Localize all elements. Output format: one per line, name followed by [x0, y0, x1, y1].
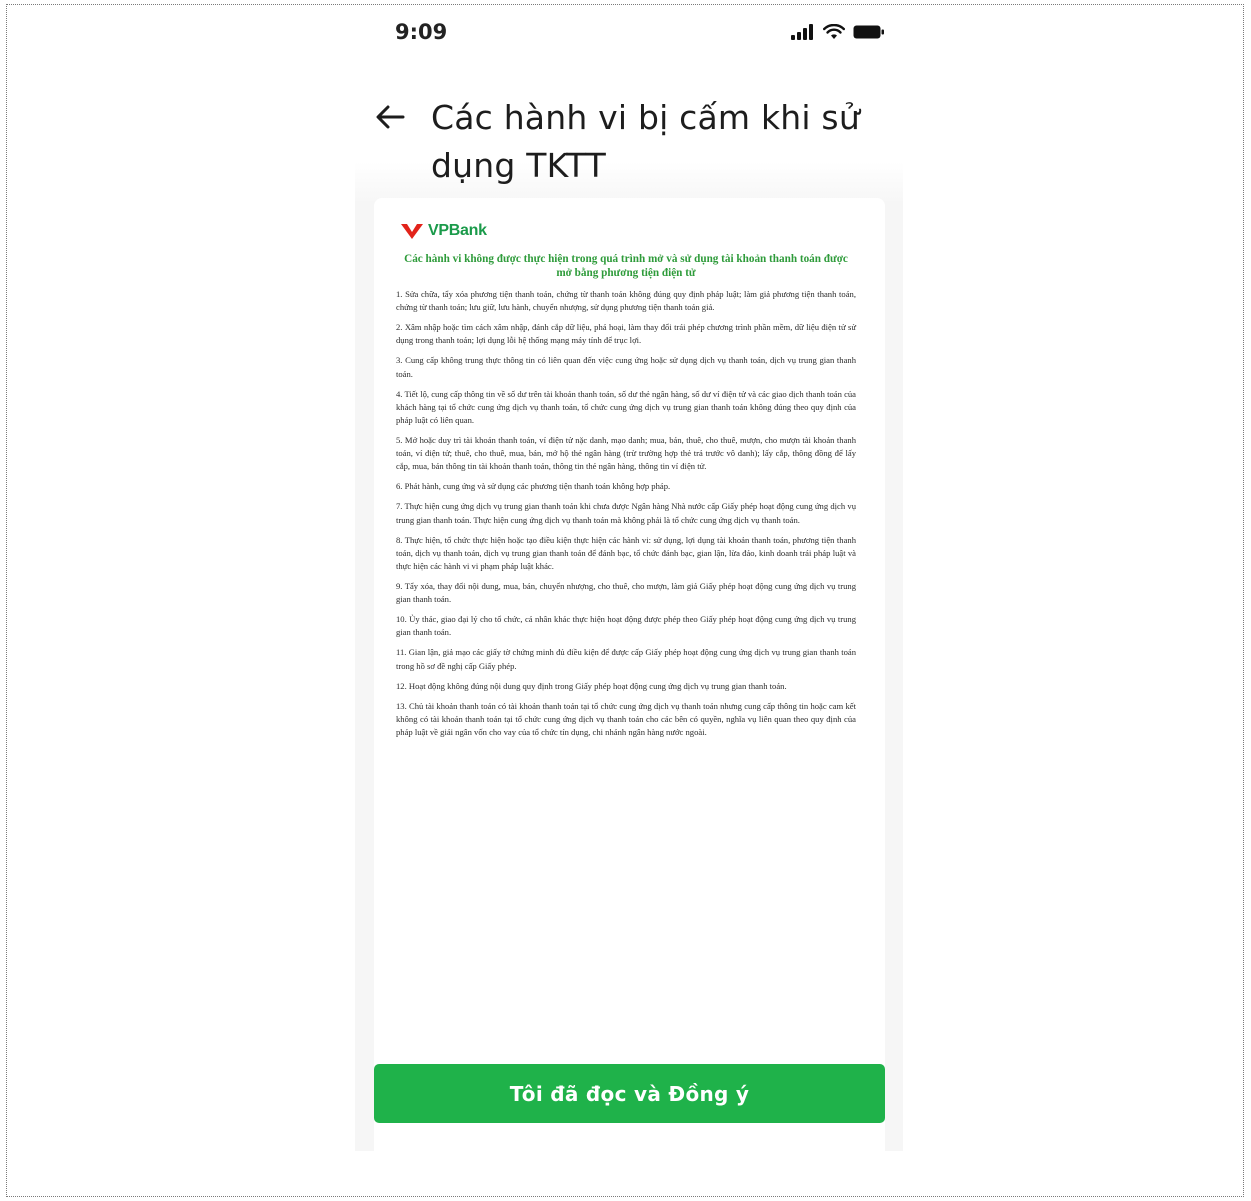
clause-item: 6. Phát hành, cung ứng và sử dụng các ph… [396, 481, 671, 492]
clause-item: 1. Sửa chữa, tẩy xóa phương tiện thanh t… [396, 289, 856, 313]
clause-item: 12. Hoạt động không đúng nội dung quy đị… [396, 680, 787, 691]
clause-item: 11. Gian lận, giả mạo các giấy tờ chứng … [396, 647, 856, 671]
vpbank-logo-text: VPBank [428, 222, 487, 239]
status-bar: 9:09 [355, 8, 903, 64]
page-header: Các hành vi bị cấm khi sử dụng TKTT [355, 64, 903, 204]
battery-icon [853, 25, 884, 39]
clause-list: 1. Sửa chữa, tẩy xóa phương tiện thanh t… [396, 288, 856, 739]
phone-screen: 9:09 Các hành vi bị cấm khi sử dụng TKTT… [355, 8, 903, 1151]
document-card: VPBank Các hành vi không được thực hiện … [374, 198, 885, 1151]
clause-item: 8. Thực hiện, tổ chức thực hiện hoặc tạo… [396, 534, 856, 572]
clause-item: 7. Thực hiện cung ứng dịch vụ trung gian… [396, 501, 856, 525]
clause-item: 2. Xâm nhập hoặc tìm cách xâm nhập, đánh… [396, 322, 856, 346]
document-content: VPBank Các hành vi không được thực hiện … [396, 220, 856, 746]
agree-button[interactable]: Tôi đã đọc và Đồng ý [374, 1064, 885, 1123]
status-icons [791, 24, 885, 40]
page-title: Các hành vi bị cấm khi sử dụng TKTT [431, 98, 860, 185]
wifi-icon [823, 24, 845, 39]
status-time: 9:09 [395, 20, 448, 44]
clause-item: 10. Ủy thác, giao đại lý cho tổ chức, cá… [396, 614, 856, 638]
clause-item: 13. Chủ tài khoản thanh toán có tài khoả… [396, 700, 856, 738]
clause-item: 3. Cung cấp không trung thực thông tin c… [396, 355, 856, 379]
clause-item: 4. Tiết lộ, cung cấp thông tin về số dư … [396, 388, 856, 426]
vpbank-logo-icon [401, 224, 423, 239]
signal-icon [791, 24, 813, 40]
vpbank-logo: VPBank [400, 220, 856, 242]
clause-item: 9. Tẩy xóa, thay đổi nội dung, mua, bán,… [396, 581, 856, 605]
document-heading: Các hành vi không được thực hiện trong q… [404, 253, 848, 279]
clause-item: 5. Mở hoặc duy trì tài khoản thanh toán,… [396, 435, 856, 472]
arrow-left-icon[interactable] [373, 100, 407, 134]
